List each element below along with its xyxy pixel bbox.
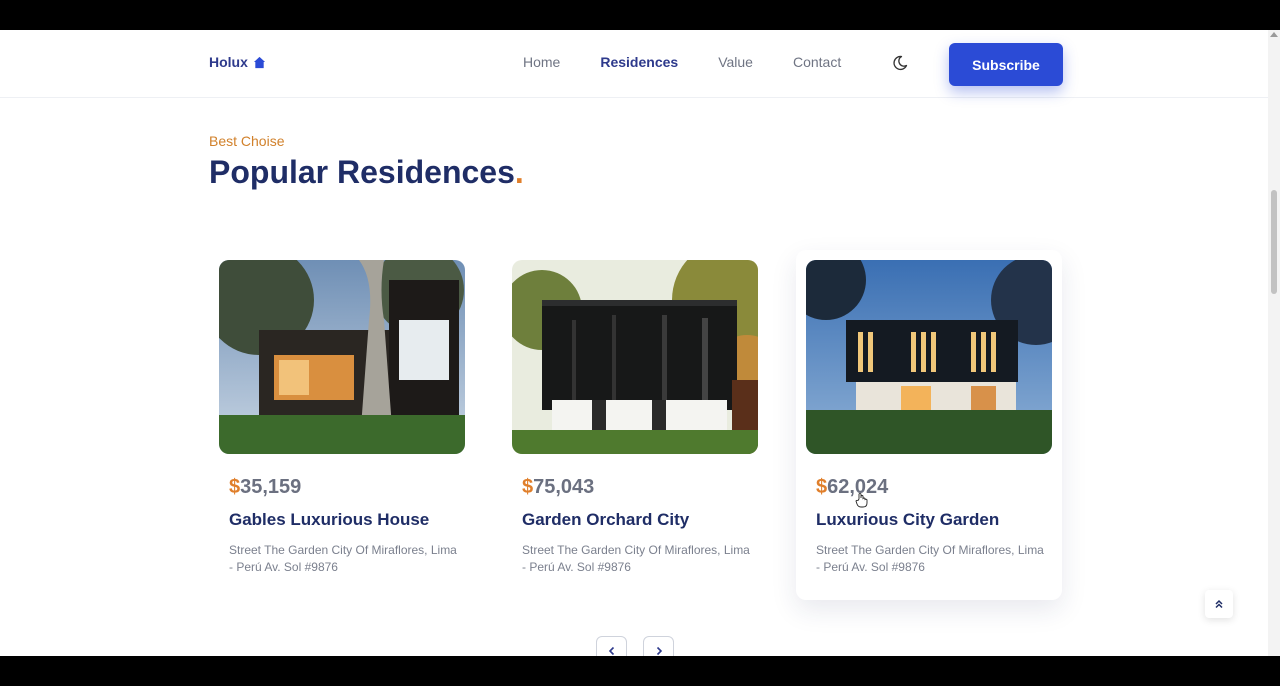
house-photo-3 — [806, 260, 1052, 454]
nav-link-value[interactable]: Value — [718, 54, 753, 70]
residence-card[interactable]: $75,043 Garden Orchard City Street The G… — [502, 250, 768, 600]
home-icon — [253, 56, 265, 68]
house-photo-1 — [219, 260, 465, 454]
house-photo-2 — [512, 260, 758, 454]
double-chevron-up-icon — [1215, 599, 1223, 609]
carousel-prev-button[interactable] — [596, 636, 627, 656]
card-price: $35,159 — [229, 476, 301, 499]
residence-card[interactable]: $35,159 Gables Luxurious House Street Th… — [209, 250, 475, 600]
scrollbar-thumb[interactable] — [1271, 190, 1277, 294]
subscribe-button[interactable]: Subscribe — [949, 43, 1063, 86]
price-value: 75,043 — [533, 476, 595, 498]
card-title: Gables Luxurious House — [229, 510, 430, 529]
logo[interactable]: Holux — [209, 54, 266, 70]
card-price: $62,024 — [816, 476, 888, 499]
page-scrollbar[interactable] — [1268, 30, 1280, 656]
section-subtitle: Best Choise — [209, 133, 285, 149]
nav-link-residences[interactable]: Residences — [600, 54, 678, 70]
section-title-text: Popular Residences — [209, 154, 515, 190]
currency-symbol: $ — [522, 476, 534, 498]
card-price: $75,043 — [522, 476, 594, 499]
card-title: Garden Orchard City — [522, 510, 690, 529]
card-title: Luxurious City Garden — [816, 510, 1000, 529]
logo-text: Holux — [209, 54, 248, 70]
hand-cursor-icon — [855, 492, 868, 508]
card-address: Street The Garden City Of Miraflores, Li… — [229, 543, 457, 574]
chevron-right-icon — [656, 646, 662, 656]
currency-symbol: $ — [229, 476, 241, 498]
currency-symbol: $ — [816, 476, 828, 498]
card-address: Street The Garden City Of Miraflores, Li… — [816, 543, 1044, 574]
page-viewport: Holux Home Residences Value Contact Subs… — [0, 30, 1280, 656]
price-value: 35,159 — [240, 476, 302, 498]
residence-card[interactable]: $62,024 Luxurious City Garden Street The… — [796, 250, 1062, 600]
carousel-next-button[interactable] — [643, 636, 674, 656]
section-title: Popular Residences. — [209, 154, 524, 191]
chevron-left-icon — [608, 646, 614, 656]
nav-link-home[interactable]: Home — [523, 54, 560, 70]
scroll-top-button[interactable] — [1205, 590, 1233, 618]
nav-link-contact[interactable]: Contact — [793, 54, 841, 70]
main-nav: Home Residences Value Contact — [523, 54, 881, 70]
moon-icon[interactable] — [892, 55, 908, 71]
section-title-dot: . — [514, 154, 524, 190]
scroll-up-arrow-icon[interactable] — [1270, 32, 1278, 37]
card-address: Street The Garden City Of Miraflores, Li… — [522, 543, 750, 574]
site-header: Holux Home Residences Value Contact Subs… — [0, 30, 1268, 98]
